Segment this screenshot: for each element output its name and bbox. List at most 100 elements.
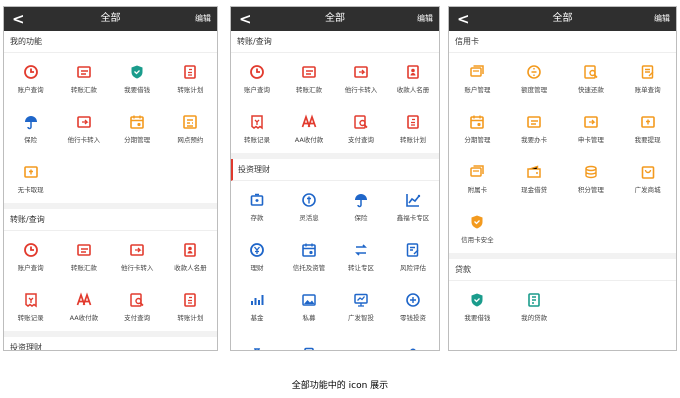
function-item[interactable]: 申卡管理 bbox=[563, 103, 620, 153]
function-item[interactable]: 我的贷款 bbox=[506, 281, 563, 331]
calendar-icon bbox=[468, 113, 486, 131]
function-item[interactable]: 转让专区 bbox=[335, 231, 387, 281]
yen-icon bbox=[248, 241, 266, 259]
function-label: 积分管理 bbox=[577, 185, 604, 194]
function-item[interactable]: 网点预约 bbox=[164, 103, 217, 153]
function-item[interactable]: 他行卡转入 bbox=[57, 103, 110, 153]
edit-button[interactable]: 编辑 bbox=[195, 7, 211, 31]
edit-button[interactable]: 编辑 bbox=[417, 7, 433, 31]
page-title: 全部 bbox=[100, 13, 121, 24]
function-item[interactable]: AA收付款 bbox=[57, 281, 110, 331]
function-grid: 我要借钱 我的贷款 bbox=[449, 281, 676, 331]
function-item[interactable]: 分期管理 bbox=[111, 103, 164, 153]
transfer-icon bbox=[75, 63, 93, 81]
function-label: 附属卡 bbox=[467, 185, 488, 194]
function-item[interactable]: 信用卡安全 bbox=[449, 203, 506, 253]
function-item[interactable]: 转账记录 bbox=[4, 281, 57, 331]
function-label: AA收付款 bbox=[69, 313, 99, 322]
function-grid: 账户查询 转账汇款 他行卡转入 收款人名册转账记录 AA收付款 支付查询 转账计划 bbox=[231, 53, 439, 153]
function-label: 我要提现 bbox=[634, 135, 661, 144]
function-item[interactable]: 转账汇款 bbox=[283, 53, 335, 103]
function-item[interactable]: 账户管理 bbox=[449, 53, 506, 103]
function-item[interactable]: 无卡取现 bbox=[4, 153, 57, 203]
function-item[interactable]: 附属卡 bbox=[449, 153, 506, 203]
function-label: 支付查询 bbox=[124, 313, 151, 322]
function-label: 分期管理 bbox=[464, 135, 491, 144]
umbrella-icon bbox=[22, 113, 40, 131]
function-item[interactable]: 我要借钱 bbox=[449, 281, 506, 331]
function-item[interactable]: 保险 bbox=[335, 181, 387, 231]
loan-doc-icon bbox=[525, 291, 543, 309]
shield-icon bbox=[468, 213, 486, 231]
function-item[interactable]: 广发商城 bbox=[619, 153, 676, 203]
function-label: 保险 bbox=[354, 213, 368, 222]
function-item[interactable]: 广发智投 bbox=[335, 281, 387, 331]
page-title: 全部 bbox=[325, 13, 345, 24]
search-doc-icon bbox=[582, 63, 600, 81]
function-item[interactable]: 转账计划 bbox=[387, 103, 439, 153]
section-title: 转账/查询 bbox=[4, 209, 217, 231]
search-doc-icon bbox=[128, 291, 146, 309]
function-item[interactable] bbox=[231, 331, 283, 350]
function-item[interactable]: 我要提现 bbox=[619, 103, 676, 153]
function-label: 基金 bbox=[250, 313, 264, 322]
function-label: 转账汇款 bbox=[70, 263, 97, 272]
function-item[interactable]: 我要办卡 bbox=[506, 103, 563, 153]
function-item[interactable]: 现金借贷 bbox=[506, 153, 563, 203]
function-item[interactable]: 账户查询 bbox=[231, 53, 283, 103]
function-item[interactable]: 收款人名册 bbox=[164, 231, 217, 281]
function-item[interactable]: 我要借钱 bbox=[111, 53, 164, 103]
edit-button[interactable]: 编辑 bbox=[654, 7, 670, 31]
function-item[interactable]: 转账计划 bbox=[164, 281, 217, 331]
function-label: 账户管理 bbox=[464, 85, 491, 94]
function-item[interactable]: 他行卡转入 bbox=[335, 53, 387, 103]
swap-icon bbox=[352, 241, 370, 259]
function-item[interactable]: 支付查询 bbox=[111, 281, 164, 331]
function-label: 我要借钱 bbox=[464, 313, 491, 322]
function-item[interactable]: 信托及资管 bbox=[283, 231, 335, 281]
function-item[interactable] bbox=[387, 331, 439, 350]
function-label: 灵活息 bbox=[299, 213, 319, 222]
clock-icon bbox=[22, 241, 40, 259]
function-item[interactable]: 私募 bbox=[283, 281, 335, 331]
function-item[interactable]: 鑫福卡专区 bbox=[387, 181, 439, 231]
function-item[interactable]: 额度管理 bbox=[506, 53, 563, 103]
function-item[interactable]: 灵活息 bbox=[283, 181, 335, 231]
function-item[interactable]: 基金 bbox=[231, 281, 283, 331]
receipt-icon bbox=[248, 113, 266, 131]
function-item[interactable]: 他行卡转入 bbox=[111, 231, 164, 281]
function-label: 转账计划 bbox=[177, 313, 204, 322]
receipt-icon bbox=[22, 291, 40, 309]
top-bar: < 全部 编辑 bbox=[449, 7, 676, 31]
function-item[interactable]: 转账汇款 bbox=[57, 53, 110, 103]
function-item[interactable]: 账户查询 bbox=[4, 53, 57, 103]
function-item[interactable]: 支付查询 bbox=[335, 103, 387, 153]
function-item[interactable]: 转账记录 bbox=[231, 103, 283, 153]
phone-icon bbox=[300, 346, 318, 350]
function-label: 理财 bbox=[250, 263, 264, 272]
function-label: 信托及资管 bbox=[292, 263, 326, 272]
function-label: 他行卡转入 bbox=[344, 85, 378, 94]
function-item[interactable]: 风险评估 bbox=[387, 231, 439, 281]
function-item[interactable]: 快速还款 bbox=[563, 53, 620, 103]
section-title: 投资理财 bbox=[4, 337, 217, 350]
function-grid: 账户查询 转账汇款 他行卡转入 收款人名册转账记录 AA收付款 支付查询 转账计划 bbox=[4, 231, 217, 331]
transfer-icon bbox=[300, 63, 318, 81]
function-item[interactable]: 账单查询 bbox=[619, 53, 676, 103]
function-item[interactable]: 账户查询 bbox=[4, 231, 57, 281]
function-item[interactable]: 保险 bbox=[4, 103, 57, 153]
screen-credit-card: < 全部 编辑 信用卡 账户管理 额度管理 快速还款 账单查询 分期管理 我要办卡 申卡管理 我要提现… bbox=[448, 6, 677, 351]
function-item[interactable] bbox=[335, 331, 387, 350]
function-item[interactable]: 收款人名册 bbox=[387, 53, 439, 103]
function-item[interactable]: 零钱投资 bbox=[387, 281, 439, 331]
function-item[interactable]: 分期管理 bbox=[449, 103, 506, 153]
function-item[interactable]: 理财 bbox=[231, 231, 283, 281]
function-item[interactable]: AA收付款 bbox=[283, 103, 335, 153]
function-item[interactable]: 转账汇款 bbox=[57, 231, 110, 281]
function-item[interactable]: 转账计划 bbox=[164, 53, 217, 103]
function-label: 广发智投 bbox=[348, 313, 374, 322]
function-item[interactable] bbox=[283, 331, 335, 350]
card-in-icon bbox=[128, 241, 146, 259]
function-item[interactable]: 积分管理 bbox=[563, 153, 620, 203]
function-item[interactable]: 存款 bbox=[231, 181, 283, 231]
